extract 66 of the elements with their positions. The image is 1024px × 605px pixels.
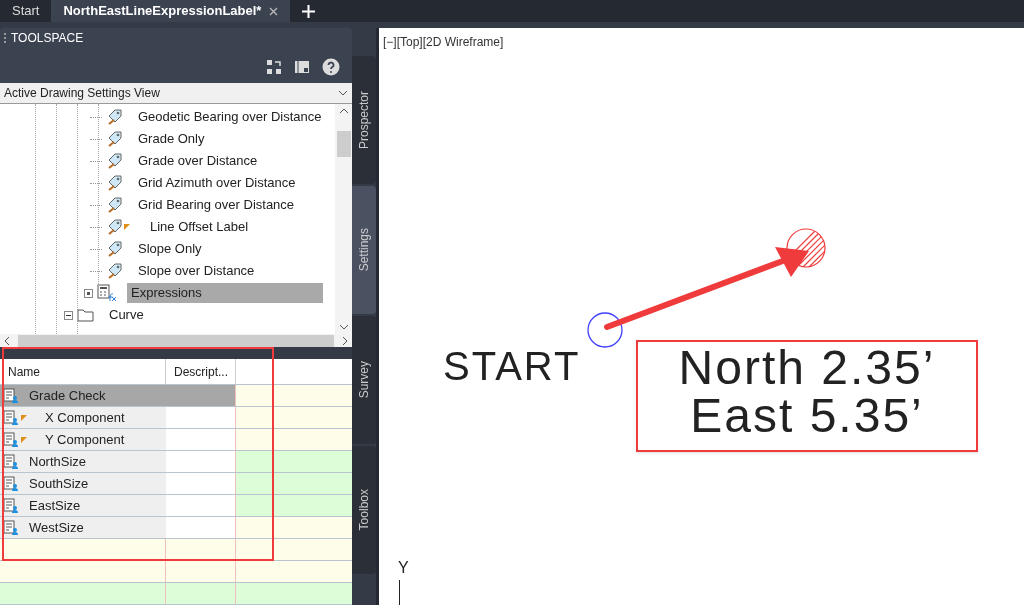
table-cell bbox=[166, 385, 236, 406]
table-cell[interactable]: Y Component bbox=[0, 429, 166, 450]
table-cell[interactable]: Grade Check bbox=[0, 385, 166, 406]
chevron-left-icon[interactable] bbox=[4, 335, 10, 346]
panel-title: TOOLSPACE bbox=[11, 29, 84, 47]
close-icon[interactable] bbox=[269, 6, 279, 16]
table-cell[interactable]: EastSize bbox=[0, 495, 166, 516]
chevron-down-icon[interactable] bbox=[338, 323, 349, 330]
folder-icon bbox=[77, 308, 95, 323]
file-tab[interactable]: Start bbox=[0, 0, 52, 22]
expression-row-icon bbox=[3, 519, 19, 536]
vertical-scrollbar[interactable] bbox=[335, 104, 352, 334]
side-tab[interactable]: Settings bbox=[352, 186, 376, 314]
scrollbar-thumb[interactable] bbox=[18, 334, 334, 347]
column-header[interactable]: Name bbox=[0, 359, 166, 384]
label-style-icon bbox=[106, 240, 124, 259]
expression-icon bbox=[97, 284, 117, 303]
label-style-icon bbox=[106, 262, 124, 281]
tree-item[interactable]: Line Offset Label bbox=[134, 217, 253, 238]
label-text: North 2.35’ bbox=[678, 344, 936, 392]
label-text: East 5.35’ bbox=[690, 392, 924, 440]
label-style-icon bbox=[106, 108, 124, 127]
side-tab[interactable]: Survey bbox=[352, 316, 376, 444]
tree-item[interactable]: Grade Only bbox=[134, 129, 209, 150]
table-cell[interactable]: SouthSize bbox=[0, 473, 166, 494]
table-cell[interactable]: NorthSize bbox=[0, 451, 166, 472]
new-tab-icon[interactable] bbox=[302, 5, 316, 18]
tree-item[interactable]: Geodetic Bearing over Distance bbox=[134, 107, 326, 128]
start-point-icon bbox=[587, 312, 623, 348]
chevron-down-icon bbox=[338, 89, 348, 96]
label-style-icon bbox=[106, 174, 124, 193]
label-style-icon bbox=[106, 130, 124, 149]
scrollbar-thumb[interactable] bbox=[336, 130, 351, 157]
start-label: START bbox=[443, 346, 581, 386]
label-style-icon bbox=[106, 196, 124, 215]
table-cell[interactable]: X Component bbox=[0, 407, 166, 428]
tree-item[interactable]: Grade over Distance bbox=[134, 151, 262, 172]
expression-row-icon bbox=[3, 453, 19, 470]
side-tab[interactable]: Prospector bbox=[352, 56, 376, 184]
tree-item[interactable]: Curve bbox=[105, 305, 148, 326]
side-tab[interactable]: Toolbox bbox=[352, 446, 376, 574]
tree-item[interactable]: Slope Only bbox=[134, 239, 206, 260]
tree-item[interactable]: Expressions bbox=[127, 283, 323, 304]
expression-row-icon bbox=[3, 387, 19, 404]
expand-toggle[interactable] bbox=[64, 310, 73, 320]
viewport-controls[interactable]: [−][Top][2D Wireframe] bbox=[383, 33, 504, 51]
tree-item[interactable]: Slope over Distance bbox=[134, 261, 259, 282]
chevron-right-icon[interactable] bbox=[342, 335, 348, 346]
expression-row-icon bbox=[3, 431, 19, 448]
help-icon[interactable] bbox=[322, 58, 340, 77]
chevron-up-icon[interactable] bbox=[338, 108, 349, 115]
expression-row-icon bbox=[3, 409, 19, 426]
expression-row-icon bbox=[3, 497, 19, 514]
column-header[interactable]: Descript... bbox=[166, 359, 236, 384]
table-cell[interactable]: WestSize bbox=[0, 517, 166, 538]
label-style-icon bbox=[106, 218, 124, 237]
label-style-icon bbox=[106, 152, 124, 171]
expression-row-icon bbox=[3, 475, 19, 492]
grid-icon[interactable] bbox=[266, 59, 282, 76]
axis-label: Y bbox=[398, 560, 409, 576]
expand-toggle[interactable] bbox=[84, 288, 93, 298]
tree-item[interactable]: Grid Azimuth over Distance bbox=[134, 173, 300, 194]
view-select[interactable]: Active Drawing Settings View bbox=[0, 82, 352, 105]
tree-item[interactable]: Grid Bearing over Distance bbox=[134, 195, 299, 216]
file-tab[interactable]: NorthEastLineExpressionLabel* bbox=[51, 0, 291, 22]
table-icon[interactable] bbox=[294, 59, 310, 76]
